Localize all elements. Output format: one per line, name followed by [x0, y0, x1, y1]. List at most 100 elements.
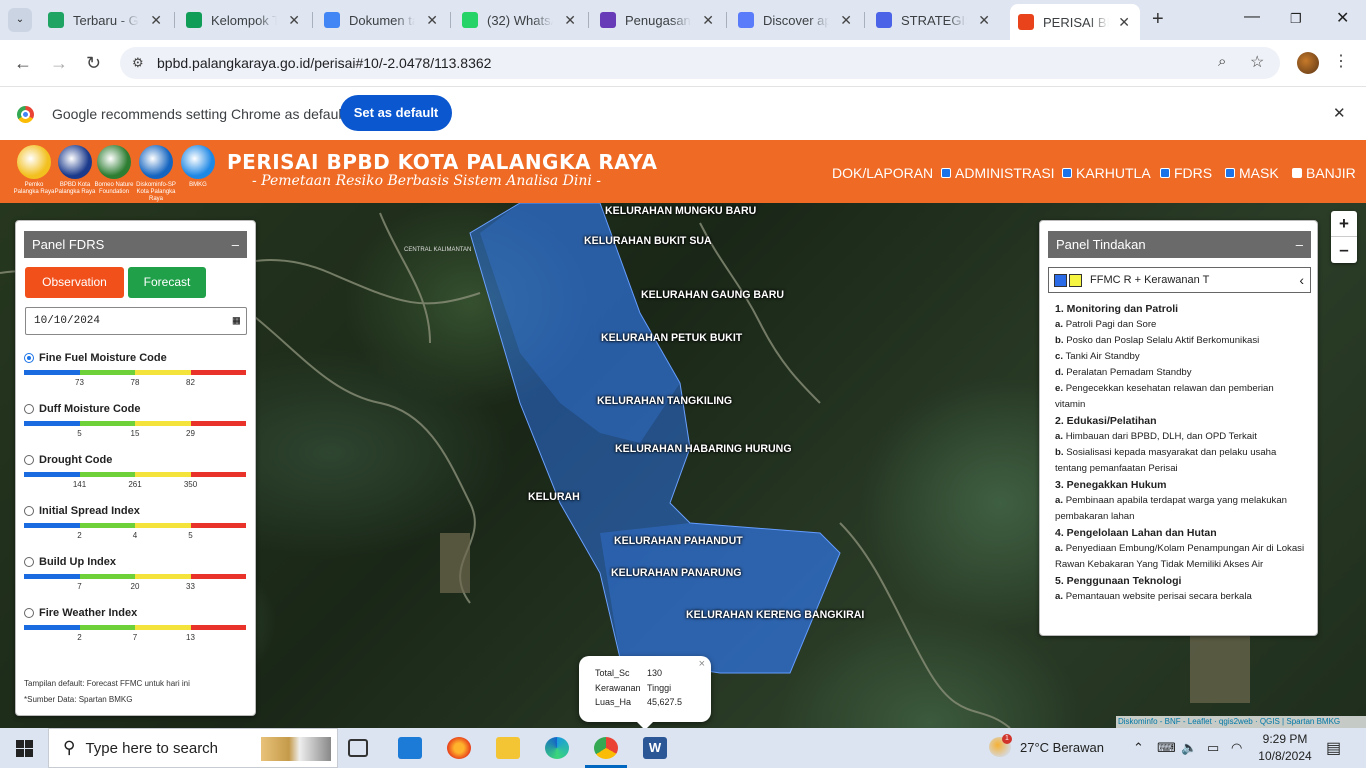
edge-icon[interactable]: [545, 737, 569, 759]
partner-logo: [97, 145, 131, 179]
taskbar-search[interactable]: ⚲ Type here to search: [48, 728, 338, 768]
action-item-text: Pemantauan website perisai secara berkal…: [1065, 591, 1252, 602]
fdrs-panel-header: Panel FDRS –: [24, 231, 247, 258]
show-hidden-icons-icon[interactable]: ⌃: [1133, 740, 1144, 756]
back-icon[interactable]: ←: [14, 53, 32, 74]
layer-toggle[interactable]: KARHUTLA: [1062, 165, 1151, 181]
action-section-heading: 1. Monitoring dan Patroli: [1055, 303, 1179, 315]
browser-tab[interactable]: Dokumen tanpa judul ✕: [316, 5, 444, 35]
action-list: 1. Monitoring dan Patroli a. Patroli Pagi…: [1055, 301, 1305, 605]
index-radio[interactable]: [24, 557, 34, 567]
tab-close-icon[interactable]: ✕: [1118, 14, 1130, 31]
map-attribution[interactable]: Diskominfo - BNF - Leaflet · qgis2web · …: [1116, 716, 1366, 728]
swatch-yellow: [1069, 273, 1082, 287]
forward-icon[interactable]: →: [50, 53, 68, 74]
date-input[interactable]: 10/10/2024 ▦: [25, 307, 247, 335]
index-label: Fire Weather Index: [39, 607, 138, 619]
browser-tab[interactable]: (32) WhatsApp ✕: [454, 5, 582, 35]
browser-tab[interactable]: Terbaru - Google Drive ✕: [40, 5, 168, 35]
browser-tab[interactable]: Kelompok Tani ✕: [178, 5, 306, 35]
chrome-taskbar-icon[interactable]: [594, 737, 618, 759]
tab-close-icon[interactable]: ✕: [702, 12, 714, 29]
fdrs-index-option[interactable]: Drought Code 141 261 350: [24, 454, 246, 491]
windows-start-icon[interactable]: [16, 740, 33, 757]
risk-combo-select[interactable]: FFMC R + Kerawanan T ‹: [1048, 267, 1311, 293]
layer-checkbox[interactable]: [941, 168, 951, 178]
tindakan-collapse-button[interactable]: –: [1296, 237, 1303, 252]
file-explorer-icon[interactable]: [496, 737, 520, 759]
layer-checkbox[interactable]: [1160, 168, 1170, 178]
task-view-icon[interactable]: [348, 739, 368, 757]
tab-search-button[interactable]: ⌄: [8, 8, 32, 32]
zoom-out-button[interactable]: –: [1331, 237, 1357, 263]
zoom-in-button[interactable]: +: [1331, 211, 1357, 237]
minimize-icon[interactable]: —: [1244, 8, 1260, 26]
layer-checkbox[interactable]: [1062, 168, 1072, 178]
layer-checkbox[interactable]: [1225, 168, 1235, 178]
tab-close-icon[interactable]: ✕: [840, 12, 852, 29]
address-bar[interactable]: ⚙ bpbd.palangkaraya.go.id/perisai#10/-2.…: [120, 47, 1280, 79]
word-icon[interactable]: W: [643, 737, 667, 759]
index-radio[interactable]: [24, 455, 34, 465]
notifications-icon[interactable]: ▤: [1326, 738, 1341, 758]
restore-icon[interactable]: ❐: [1290, 11, 1302, 27]
tab-close-icon[interactable]: ✕: [564, 12, 576, 29]
layer-toggle[interactable]: ADMINISTRASI: [941, 165, 1055, 181]
layer-toggle[interactable]: MASK: [1225, 165, 1279, 181]
keyboard-icon[interactable]: ⌨: [1157, 740, 1176, 756]
site-subtitle: - Pemetaan Resiko Berbasis Sistem Analis…: [252, 173, 602, 189]
fdrs-panel-title: Panel FDRS: [32, 237, 105, 252]
browser-tab[interactable]: STRATEGIS DIGITAL ✕: [868, 5, 996, 35]
nav-dok-laporan[interactable]: DOK/LAPORAN: [832, 165, 933, 181]
reload-icon[interactable]: ↻: [86, 53, 101, 74]
close-window-icon[interactable]: ✕: [1336, 8, 1349, 28]
browser-tab[interactable]: Discover apps ✕: [730, 5, 858, 35]
popup-value: Tinggi: [647, 682, 672, 693]
popup-close-icon[interactable]: ×: [699, 658, 705, 670]
fdrs-index-option[interactable]: Build Up Index 7 20 33: [24, 556, 246, 593]
close-infobar-icon[interactable]: ✕: [1333, 104, 1346, 122]
firefox-icon[interactable]: [447, 737, 471, 759]
browser-tab[interactable]: Penugasan Proyek ✕: [592, 5, 720, 35]
new-tab-button[interactable]: +: [1152, 8, 1164, 31]
index-radio[interactable]: [24, 353, 34, 363]
layer-checkbox[interactable]: [1292, 168, 1302, 178]
kelurahan-label: KELURAHAN KERENG BANGKIRAI: [686, 609, 865, 621]
observation-button[interactable]: Observation: [25, 267, 124, 298]
profile-avatar[interactable]: [1297, 52, 1319, 74]
zoom-icon[interactable]: ⌕: [1218, 53, 1226, 70]
fdrs-index-option[interactable]: Fine Fuel Moisture Code 73 78 82: [24, 352, 246, 389]
fdrs-index-option[interactable]: Fire Weather Index 2 7 13: [24, 607, 246, 644]
windows-taskbar: ⚲ Type here to search W 1 27°C Berawan ⌃…: [0, 728, 1366, 768]
tab-favicon-icon: [600, 12, 616, 28]
fdrs-index-option[interactable]: Duff Moisture Code 5 15 29: [24, 403, 246, 440]
tab-close-icon[interactable]: ✕: [288, 12, 300, 29]
battery-icon[interactable]: ▭: [1207, 740, 1219, 756]
volume-icon[interactable]: 🔈: [1181, 740, 1197, 756]
fdrs-collapse-button[interactable]: –: [232, 237, 239, 252]
browser-tab[interactable]: PERISAI BPBD ✕: [1010, 4, 1140, 40]
index-radio[interactable]: [24, 608, 34, 618]
index-radio[interactable]: [24, 404, 34, 414]
site-info-icon[interactable]: ⚙: [132, 55, 144, 71]
action-item: a. Pemantauan website perisai secara ber…: [1055, 589, 1305, 605]
tab-close-icon[interactable]: ✕: [426, 12, 438, 29]
menu-icon[interactable]: ⋮: [1333, 51, 1349, 71]
index-scale-ticks: 7 20 33: [24, 579, 246, 593]
bookmark-star-icon[interactable]: ☆: [1250, 52, 1264, 72]
layer-toggle[interactable]: BANJIR: [1292, 165, 1356, 181]
wifi-icon[interactable]: ◠: [1231, 740, 1242, 756]
tab-close-icon[interactable]: ✕: [150, 12, 162, 29]
tab-close-icon[interactable]: ✕: [978, 12, 990, 29]
weather-text[interactable]: 27°C Berawan: [1020, 740, 1104, 755]
set-default-button[interactable]: Set as default: [340, 95, 452, 131]
calendar-icon[interactable]: ▦: [233, 313, 240, 328]
index-radio[interactable]: [24, 506, 34, 516]
chevron-left-icon[interactable]: ‹: [1299, 272, 1304, 288]
forecast-button[interactable]: Forecast: [128, 267, 206, 298]
mail-icon[interactable]: [398, 737, 422, 759]
risk-combo-value: FFMC R + Kerawanan T: [1090, 274, 1210, 286]
fdrs-index-option[interactable]: Initial Spread Index 2 4 5: [24, 505, 246, 542]
layer-toggle[interactable]: FDRS: [1160, 165, 1212, 181]
clock[interactable]: 9:29 PM 10/8/2024: [1256, 732, 1314, 763]
